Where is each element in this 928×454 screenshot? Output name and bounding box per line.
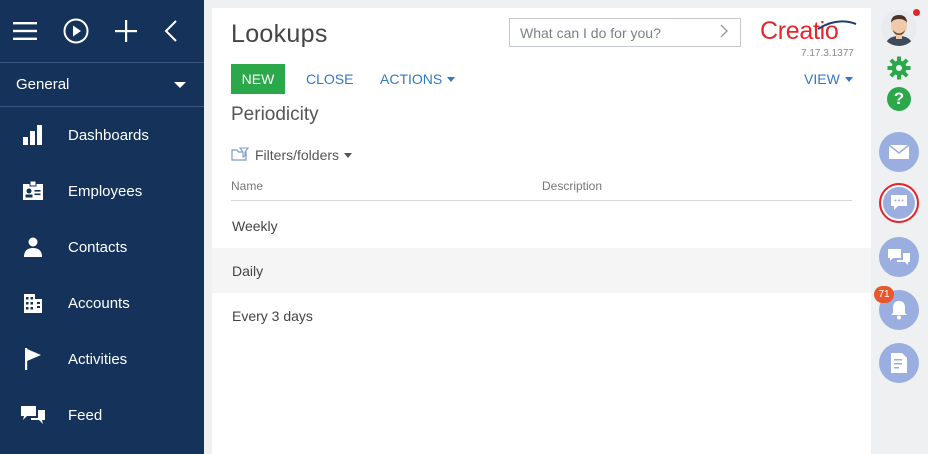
chevron-down-icon [844,76,853,82]
filters-folders-button[interactable]: Filters/folders [231,147,353,163]
notification-count-badge: 71 [874,286,894,303]
envelope-icon [889,145,909,159]
help-icon[interactable]: ? [887,87,911,111]
column-header-name[interactable]: Name [231,179,263,193]
chevron-down-icon [447,76,456,82]
row-name: Every 3 days [232,307,313,324]
page-title: Lookups [231,20,328,48]
table-row[interactable]: Every 3 days [212,293,871,338]
section-nav: Dashboards Employees Contacts Accounts A… [0,107,204,443]
main-panel: Lookups Creatio 7.17.3.1377 NEW CLOSE AC… [212,8,871,454]
header-divider [231,200,852,201]
chat-bubbles-icon [888,249,910,265]
sidebar-item-label: Feed [68,406,103,424]
sidebar-item-dashboards[interactable]: Dashboards [0,107,204,163]
row-name: Weekly [232,217,278,234]
lookup-name: Periodicity [231,104,319,125]
feed-button[interactable] [879,237,919,277]
sidebar-item-label: Contacts [68,238,128,256]
building-icon [0,293,68,313]
logo-arc-icon [817,20,857,30]
search-input[interactable] [520,24,710,41]
lookup-grid: Weekly Daily Every 3 days [212,203,871,338]
document-icon [891,353,907,373]
person-icon [0,237,68,257]
folder-filter-icon [231,147,249,161]
sidebar-item-label: Accounts [68,294,130,312]
gear-icon[interactable] [887,56,911,85]
process-button[interactable] [879,343,919,383]
avatar[interactable] [881,10,917,46]
email-button[interactable] [879,132,919,172]
play-icon[interactable] [63,18,89,44]
view-button[interactable]: VIEW [804,71,853,87]
sidebar-item-feed[interactable]: Feed [0,387,204,443]
chat-bubbles-icon [0,405,68,425]
collapse-chevron-icon[interactable] [163,18,178,44]
right-rail: ? 71 [871,0,928,454]
view-label: VIEW [804,71,840,87]
flag-icon [0,348,68,370]
id-badge-icon [0,181,68,201]
close-button[interactable]: CLOSE [306,71,353,87]
actions-button[interactable]: ACTIONS [380,71,456,87]
chevron-down-icon [174,81,186,88]
table-row[interactable]: Daily [212,248,871,293]
new-button[interactable]: NEW [231,64,285,94]
creatio-logo: Creatio [760,17,857,45]
workspace-label: General [16,76,70,93]
sidebar-item-contacts[interactable]: Contacts [0,219,204,275]
sidebar-item-activities[interactable]: Activities [0,331,204,387]
row-name: Daily [232,262,264,279]
sidebar-toolbar [0,0,204,63]
command-search[interactable] [509,18,741,47]
table-row[interactable]: Weekly [212,203,871,248]
chevron-right-icon[interactable] [720,24,728,41]
actions-label: ACTIONS [380,71,443,87]
sidebar-item-label: Activities [68,350,128,368]
bar-chart-icon [0,125,68,145]
version-label: 7.17.3.1377 [801,48,854,59]
sidebar-item-employees[interactable]: Employees [0,163,204,219]
left-sidebar: General Dashboards Employees Contacts Ac… [0,0,204,454]
notification-dot [913,9,920,16]
add-icon[interactable] [115,18,137,44]
chat-icon [891,195,907,210]
chat-button[interactable] [879,183,919,223]
menu-icon[interactable] [13,18,37,44]
bell-icon [891,301,907,320]
sidebar-item-label: Dashboards [68,126,149,144]
chevron-down-icon [344,152,353,158]
sidebar-item-label: Employees [68,182,143,200]
filters-label: Filters/folders [255,147,340,163]
column-header-description[interactable]: Description [542,179,602,193]
sidebar-item-accounts[interactable]: Accounts [0,275,204,331]
workspace-selector[interactable]: General [0,63,204,107]
